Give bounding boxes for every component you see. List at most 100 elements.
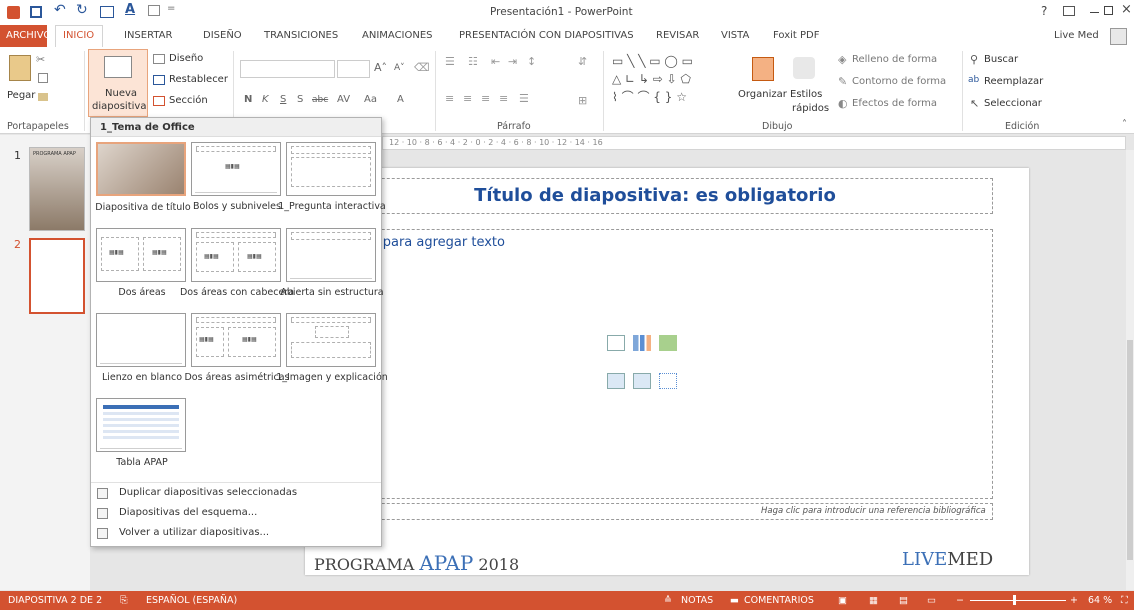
- columns-icon[interactable]: ☰: [519, 92, 529, 105]
- layout-button[interactable]: Diseño: [169, 53, 203, 64]
- select-button[interactable]: Seleccionar: [984, 98, 1042, 109]
- save-icon[interactable]: [30, 6, 42, 18]
- fit-to-window-icon[interactable]: ⛶: [1121, 595, 1128, 606]
- shape-fill-button[interactable]: Relleno de forma: [852, 54, 937, 65]
- arrange-icon[interactable]: [752, 57, 774, 81]
- layout-imagen[interactable]: 1_Imagen y explicación: [276, 313, 388, 383]
- justify-icon[interactable]: ≡: [499, 92, 508, 105]
- change-case-button[interactable]: Aa: [364, 94, 377, 105]
- reading-view-icon[interactable]: ▤: [899, 595, 908, 606]
- user-avatar[interactable]: [1110, 28, 1127, 45]
- increase-indent-icon[interactable]: ⇥: [508, 55, 517, 68]
- insert-smartart-icon[interactable]: [659, 335, 677, 351]
- minimize-icon[interactable]: [1090, 12, 1099, 13]
- quick-styles-icon[interactable]: [793, 57, 815, 79]
- paste-icon[interactable]: [9, 55, 31, 81]
- layout-bolos[interactable]: ▦▮▦ Bolos y subniveles: [191, 142, 281, 212]
- outline-slides-item[interactable]: Diapositivas del esquema...: [119, 507, 257, 518]
- font-size-select[interactable]: [337, 60, 370, 78]
- layout-pregunta[interactable]: 1_Pregunta interactiva: [278, 142, 386, 212]
- layout-asimetricas[interactable]: ▦▮▦ ▦▮▦ Dos áreas asimétricas: [184, 313, 290, 383]
- char-spacing-button[interactable]: AV: [337, 94, 350, 105]
- zoom-in-icon[interactable]: +: [1070, 595, 1078, 606]
- restore-icon[interactable]: [1104, 6, 1113, 15]
- font-color-icon[interactable]: A: [125, 2, 135, 17]
- redo-icon[interactable]: ↻: [76, 2, 88, 18]
- reset-button[interactable]: Restablecer: [169, 74, 228, 85]
- insert-chart-icon[interactable]: [633, 335, 651, 351]
- customize-qat-icon[interactable]: [148, 5, 160, 16]
- zoom-level[interactable]: 64 %: [1088, 595, 1112, 606]
- layout-dos-areas-cabecera[interactable]: ▦▮▦ ▦▮▦ Dos áreas con cabecera: [180, 228, 294, 298]
- italic-button[interactable]: K: [262, 94, 269, 105]
- layout-dos-areas[interactable]: ▦▮▦ ▦▮▦ Dos áreas: [96, 228, 186, 298]
- numbering-icon[interactable]: ☷: [468, 55, 478, 68]
- insert-video-icon[interactable]: [659, 373, 677, 389]
- text-direction-icon[interactable]: ⇵: [578, 55, 587, 68]
- shape-outline-button[interactable]: Contorno de forma: [852, 76, 946, 87]
- tab-insertar[interactable]: INSERTAR: [124, 30, 172, 41]
- line-spacing-icon[interactable]: ↕: [527, 55, 536, 68]
- normal-view-icon[interactable]: ▣: [838, 595, 847, 606]
- tab-foxit[interactable]: Foxit PDF: [773, 30, 819, 41]
- close-icon[interactable]: ×: [1121, 2, 1132, 17]
- presentation-from-start-icon[interactable]: [100, 6, 114, 18]
- smartart-icon[interactable]: ⊞: [578, 94, 587, 107]
- underline-button[interactable]: S: [280, 94, 286, 105]
- zoom-slider-thumb[interactable]: [1013, 595, 1016, 605]
- strikethrough-button[interactable]: abc: [312, 95, 328, 105]
- notes-button[interactable]: NOTAS: [681, 595, 713, 606]
- duplicate-slides-item[interactable]: Duplicar diapositivas seleccionadas: [119, 487, 297, 498]
- arrange-button[interactable]: Organizar: [738, 89, 787, 100]
- qat-more-icon[interactable]: =: [167, 3, 175, 14]
- slide-thumb-2[interactable]: [29, 238, 85, 314]
- cut-icon[interactable]: ✂: [36, 53, 45, 66]
- language-indicator[interactable]: ESPAÑOL (ESPAÑA): [146, 595, 237, 606]
- decrease-indent-icon[interactable]: ⇤: [491, 55, 500, 68]
- scroll-thumb[interactable]: [1127, 340, 1133, 560]
- format-painter-icon[interactable]: [38, 93, 48, 101]
- font-name-select[interactable]: [240, 60, 335, 78]
- zoom-slider[interactable]: [970, 600, 1066, 601]
- insert-table-icon[interactable]: [607, 335, 625, 351]
- tab-presentacion[interactable]: PRESENTACIÓN CON DIAPOSITIVAS: [459, 30, 634, 41]
- collapse-ribbon-icon[interactable]: ˄: [1122, 119, 1127, 130]
- insert-picture-icon[interactable]: [607, 373, 625, 389]
- align-right-icon[interactable]: ≡: [481, 92, 490, 105]
- layout-abierta[interactable]: Abierta sin estructura: [280, 228, 384, 298]
- comments-icon[interactable]: ▬: [730, 595, 739, 606]
- slideshow-view-icon[interactable]: ▭: [927, 595, 936, 606]
- tab-transiciones[interactable]: TRANSICIONES: [264, 30, 338, 41]
- section-button[interactable]: Sección: [169, 95, 208, 106]
- comments-button[interactable]: COMENTARIOS: [744, 595, 814, 606]
- tab-revisar[interactable]: REVISAR: [656, 30, 699, 41]
- tab-diseno[interactable]: DISEÑO: [203, 30, 242, 41]
- slide-canvas[interactable]: Título de diapositiva: es obligatorio Ha…: [305, 168, 1029, 575]
- layout-tabla-apap[interactable]: Tabla APAP: [96, 398, 186, 468]
- vertical-scrollbar[interactable]: [1126, 150, 1134, 590]
- align-left-icon[interactable]: ≡: [445, 92, 454, 105]
- copy-icon[interactable]: [38, 73, 48, 83]
- shapes-gallery[interactable]: ▭ ╲ ╲ ▭ ◯ ▭ △ ∟ ↳ ⇨ ⇩ ⬠ ⌇ ⌒ ⌒ { } ☆: [612, 52, 722, 112]
- slide-sorter-icon[interactable]: ▦: [869, 595, 878, 606]
- clear-formatting-icon[interactable]: ⌫: [414, 61, 430, 74]
- shape-effects-button[interactable]: Efectos de forma: [852, 98, 937, 109]
- font-color-button[interactable]: A: [397, 94, 404, 105]
- shadow-button[interactable]: S: [297, 94, 303, 105]
- zoom-out-icon[interactable]: −: [956, 595, 964, 606]
- bullets-icon[interactable]: ☰: [445, 55, 455, 68]
- tab-animaciones[interactable]: ANIMACIONES: [362, 30, 433, 41]
- replace-button[interactable]: Reemplazar: [984, 76, 1043, 87]
- reuse-slides-item[interactable]: Volver a utilizar diapositivas...: [119, 527, 269, 538]
- quick-styles-label-2[interactable]: rápidos: [792, 103, 829, 114]
- content-placeholder[interactable]: [312, 229, 993, 499]
- tab-vista[interactable]: VISTA: [721, 30, 749, 41]
- paste-label[interactable]: Pegar: [7, 90, 35, 101]
- undo-icon[interactable]: ↶: [54, 2, 66, 18]
- ribbon-display-options-icon[interactable]: [1063, 6, 1075, 16]
- shrink-font-icon[interactable]: A˅: [394, 63, 405, 73]
- help-icon[interactable]: ?: [1041, 4, 1047, 18]
- notes-icon[interactable]: ≙: [664, 595, 672, 606]
- layout-lienzo[interactable]: Lienzo en blanco: [96, 313, 186, 383]
- grow-font-icon[interactable]: A˄: [374, 61, 387, 74]
